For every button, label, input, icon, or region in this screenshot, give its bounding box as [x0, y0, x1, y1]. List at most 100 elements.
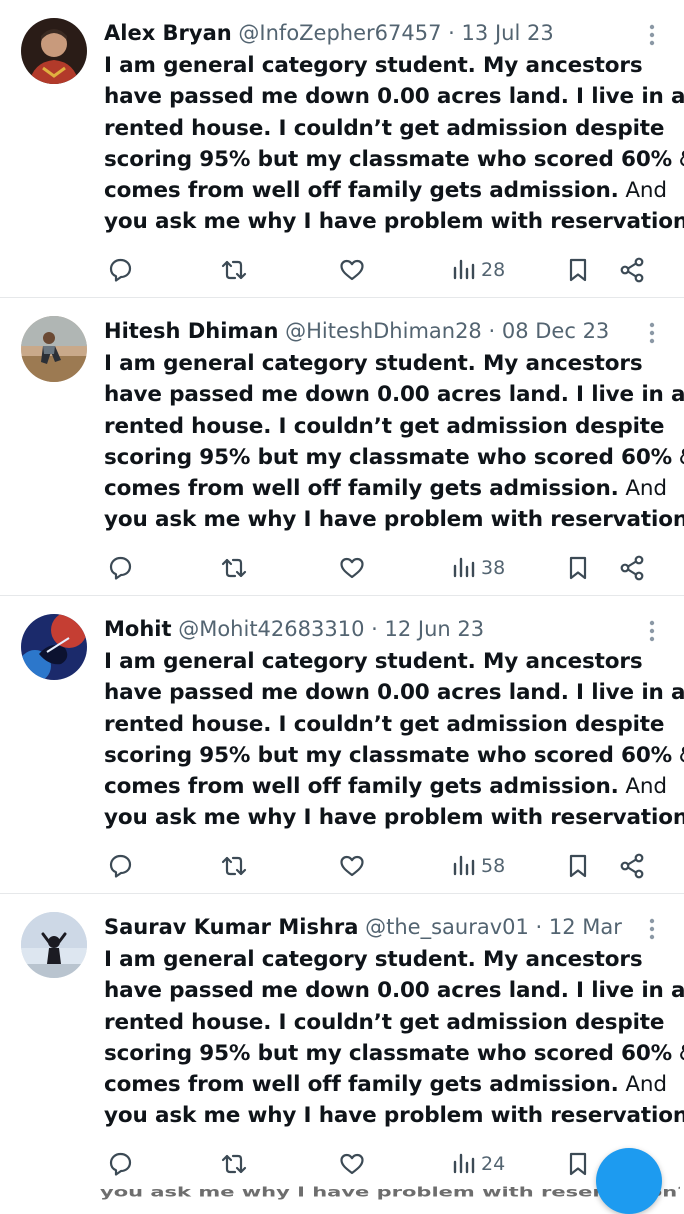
retweet-button[interactable] [220, 1146, 248, 1182]
author-name[interactable]: Saurav Kumar Mishra [104, 915, 358, 939]
tweet-text: I am general category student. My ancest… [104, 944, 684, 1132]
bookmark-button[interactable] [564, 252, 592, 288]
separator-dot: · [448, 21, 455, 45]
avatar[interactable] [21, 316, 87, 382]
retweet-icon [221, 1154, 247, 1174]
tweet-line: you ask me why I have problem with reser… [104, 507, 684, 533]
share-icon [620, 257, 644, 283]
author-handle[interactable]: @HiteshDhiman28 [285, 319, 482, 343]
tweet-actions: 28 [104, 252, 664, 288]
tweet-feed: Alex Bryan @InfoZepher67457 · 13 Jul 23 … [0, 0, 684, 1192]
reply-button[interactable] [106, 1146, 134, 1182]
avatar[interactable] [21, 614, 87, 680]
tweet-actions: 24 [104, 1146, 664, 1182]
reply-button[interactable] [106, 550, 134, 586]
reply-icon [109, 1152, 132, 1176]
bookmark-icon [569, 854, 587, 878]
share-button[interactable] [618, 848, 646, 884]
like-button[interactable] [338, 848, 366, 884]
tweet-text: I am general category student. My ancest… [104, 50, 684, 238]
tweet-line: I am general category student. My ancest… [104, 649, 643, 674]
share-icon [620, 555, 644, 581]
tweet-line: I am general category student. My ancest… [104, 53, 643, 78]
tweet-date[interactable]: 12 Mar [549, 915, 622, 939]
tweet-line: scoring 95% but my classmate who scored … [104, 742, 684, 768]
bookmark-button[interactable] [564, 848, 592, 884]
avatar[interactable] [21, 912, 87, 978]
tweet-text: I am general category student. My ancest… [104, 348, 684, 536]
heart-icon [340, 1153, 364, 1175]
retweet-button[interactable] [220, 848, 248, 884]
bookmark-button[interactable] [564, 1146, 592, 1182]
tweet-line: comes from well off family gets admissio… [104, 476, 667, 502]
retweet-button[interactable] [220, 252, 248, 288]
more-options-button[interactable] [640, 916, 664, 942]
views-button[interactable]: 28 [450, 252, 505, 288]
views-count: 24 [481, 1153, 506, 1175]
tweet-line: rented house. I couldn’t get admission d… [104, 1009, 665, 1035]
share-button[interactable] [618, 550, 646, 586]
more-options-button[interactable] [640, 618, 664, 644]
separator-dot: · [535, 915, 543, 939]
tweet-line: you ask me why I have problem with reser… [104, 1103, 684, 1129]
bookmark-icon [569, 258, 587, 282]
share-button[interactable] [618, 252, 646, 288]
tweet[interactable]: Alex Bryan @InfoZepher67457 · 13 Jul 23 … [0, 0, 684, 298]
tweet-line: you ask me why I have problem with reser… [104, 805, 684, 831]
views-icon [453, 259, 475, 280]
bookmark-button[interactable] [564, 550, 592, 586]
more-vertical-icon [649, 620, 655, 642]
views-icon [453, 557, 475, 578]
like-button[interactable] [338, 1146, 366, 1182]
like-button[interactable] [338, 550, 366, 586]
retweet-icon [221, 856, 247, 876]
tweet-header: Mohit @Mohit42683310 · 12 Jun 23 [104, 612, 624, 646]
tweet-header: Saurav Kumar Mishra @the_saurav01 · 12 M… [104, 910, 624, 944]
author-handle[interactable]: @InfoZepher67457 [238, 21, 441, 45]
tweet-date[interactable]: 13 Jul 23 [462, 21, 554, 45]
bookmark-icon [569, 1152, 587, 1176]
more-options-button[interactable] [640, 22, 664, 48]
tweet-line: comes from well off family gets admissio… [104, 1072, 667, 1098]
avatar-image [21, 614, 87, 680]
avatar-image [21, 912, 87, 978]
views-count: 58 [481, 855, 506, 877]
views-button[interactable]: 38 [450, 550, 505, 586]
author-handle[interactable]: @Mohit42683310 [178, 617, 364, 641]
more-options-button[interactable] [640, 320, 664, 346]
heart-icon [340, 259, 364, 281]
tweet-actions: 38 [104, 550, 664, 586]
views-count: 38 [481, 557, 506, 579]
retweet-button[interactable] [220, 550, 248, 586]
tweet[interactable]: Hitesh Dhiman @HiteshDhiman28 · 08 Dec 2… [0, 298, 684, 596]
tweet[interactable]: Saurav Kumar Mishra @the_saurav01 · 12 M… [0, 894, 684, 1192]
tweet-date[interactable]: 08 Dec 23 [502, 319, 609, 343]
views-button[interactable]: 58 [450, 848, 505, 884]
tweet[interactable]: Mohit @Mohit42683310 · 12 Jun 23 I am ge… [0, 596, 684, 894]
tweet-line: scoring 95% but my classmate who scored … [104, 146, 684, 172]
tweet-header: Alex Bryan @InfoZepher67457 · 13 Jul 23 [104, 16, 624, 50]
author-name[interactable]: Alex Bryan [104, 21, 232, 45]
compose-button[interactable] [596, 1148, 662, 1214]
more-vertical-icon [649, 24, 655, 46]
tweet-actions: 58 [104, 848, 664, 884]
tweet-line: rented house. I couldn’t get admission d… [104, 711, 665, 737]
tweet-line: have passed me down 0.00 acres land. I l… [104, 680, 684, 706]
reply-button[interactable] [106, 252, 134, 288]
views-count: 28 [481, 259, 506, 281]
retweet-icon [221, 558, 247, 578]
like-button[interactable] [338, 252, 366, 288]
avatar[interactable] [21, 18, 87, 84]
tweet-date[interactable]: 12 Jun 23 [385, 617, 485, 641]
views-button[interactable]: 24 [450, 1146, 505, 1182]
reply-button[interactable] [106, 848, 134, 884]
tweet-line: have passed me down 0.00 acres land. I l… [104, 978, 684, 1004]
tweet-line: comes from well off family gets admissio… [104, 178, 667, 204]
more-vertical-icon [649, 322, 655, 344]
author-name[interactable]: Mohit [104, 617, 172, 641]
tweet-line: rented house. I couldn’t get admission d… [104, 115, 665, 141]
share-icon [620, 853, 644, 879]
author-handle[interactable]: @the_saurav01 [365, 915, 529, 939]
author-name[interactable]: Hitesh Dhiman [104, 319, 278, 343]
bookmark-icon [569, 556, 587, 580]
